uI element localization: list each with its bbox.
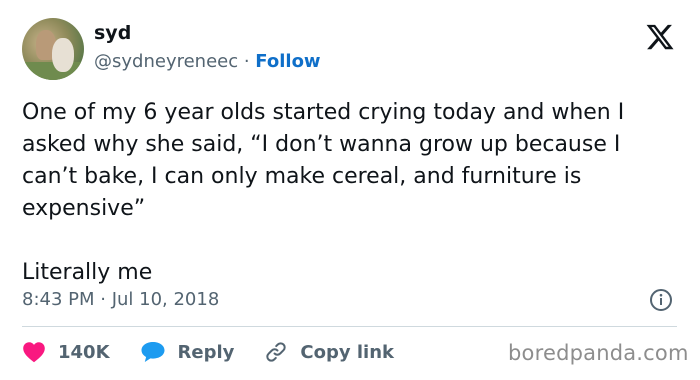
tweet-paragraph: Literally me (22, 260, 153, 285)
copy-link-button[interactable]: Copy link (264, 340, 394, 364)
likes-count: 140K (58, 341, 110, 363)
speech-bubble-icon (141, 342, 165, 362)
tweet-paragraph: One of my 6 year olds started crying tod… (22, 100, 625, 221)
reply-label: Reply (177, 341, 235, 363)
link-icon (266, 342, 287, 362)
info-icon[interactable] (649, 288, 673, 312)
like-button[interactable]: 140K (22, 341, 110, 363)
author-name[interactable]: syd (94, 22, 131, 44)
copy-link-label: Copy link (300, 341, 394, 363)
tweet-text: One of my 6 year olds started crying tod… (22, 97, 682, 289)
x-logo-icon[interactable] (645, 22, 675, 52)
separator-dot: · (238, 51, 256, 72)
avatar[interactable] (22, 18, 84, 80)
author-handle-row: @sydneyreneec · Follow (94, 51, 321, 72)
tweet-actions: 140K Reply Copy link (22, 337, 424, 367)
reply-button[interactable]: Reply (140, 341, 235, 363)
follow-button[interactable]: Follow (255, 51, 320, 72)
avatar-figure-child (52, 38, 74, 72)
watermark: boredpanda.com (508, 341, 689, 365)
divider (22, 326, 677, 327)
tweet-timestamp[interactable]: 8:43 PM · Jul 10, 2018 (22, 289, 219, 310)
heart-icon (23, 342, 45, 363)
author-handle[interactable]: @sydneyreneec (94, 51, 238, 72)
